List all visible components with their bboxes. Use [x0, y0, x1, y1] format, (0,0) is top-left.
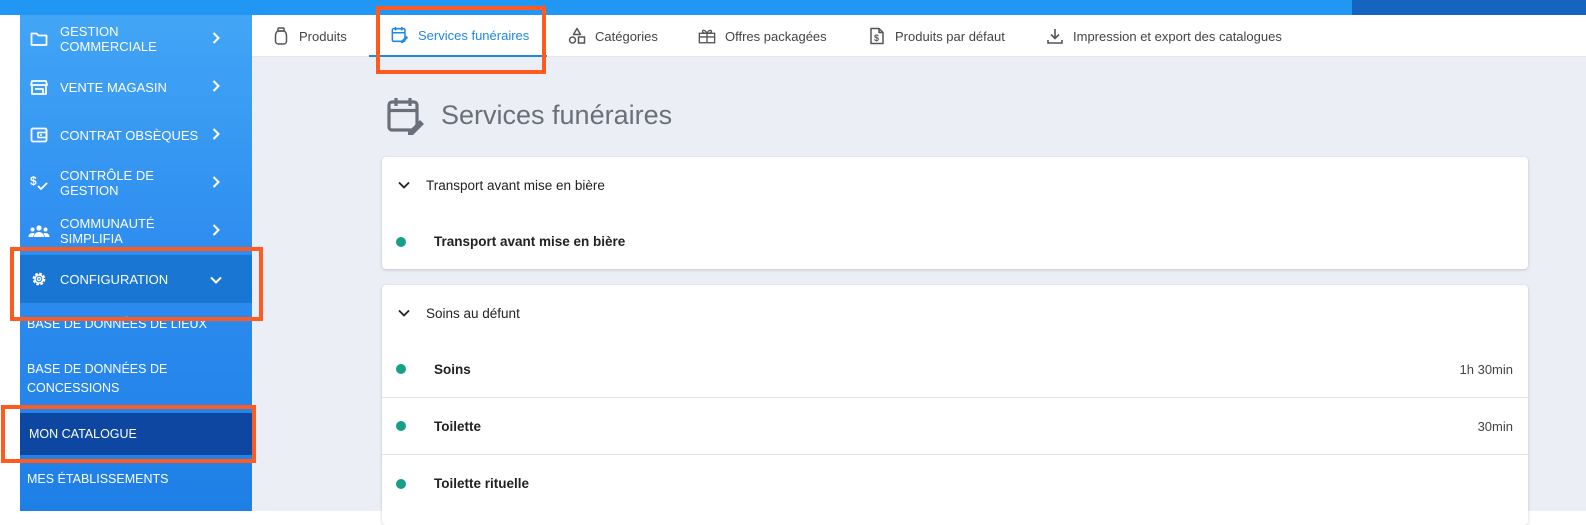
- sidebar-item-communaute-simplifia[interactable]: COMMUNAUTÉ SIMPLIFIA: [20, 207, 252, 255]
- sidebar-subitem-base-lieux[interactable]: BASE DE DONNÉES DE LIEUX: [20, 315, 252, 334]
- jar-icon: [272, 27, 290, 45]
- sidebar-item-contrat-obseques[interactable]: CONTRAT OBSÈQUES: [20, 111, 252, 159]
- folder-icon: [28, 28, 50, 50]
- sidebar: GESTION COMMERCIALE VENTE MAGASIN CONTRA…: [20, 15, 252, 511]
- status-dot: [396, 364, 406, 374]
- sidebar-item-controle-de-gestion[interactable]: $ CONTRÔLE DE GESTION: [20, 159, 252, 207]
- tab-categories[interactable]: Catégories: [568, 15, 678, 57]
- tab-produits[interactable]: Produits: [272, 15, 382, 57]
- sidebar-item-configuration[interactable]: CONFIGURATION: [20, 255, 252, 303]
- service-name: Toilette rituelle: [434, 476, 530, 491]
- gear-icon: [28, 268, 50, 290]
- list-item[interactable]: Toilette 30min: [382, 398, 1528, 455]
- chevron-right-icon: [206, 175, 226, 191]
- sidebar-item-label: GESTION COMMERCIALE: [60, 24, 157, 54]
- sidebar-item-label: CONTRAT OBSÈQUES: [60, 127, 199, 143]
- service-name: Toilette: [434, 418, 481, 434]
- page-title: Services funéraires: [441, 99, 673, 130]
- main-content: Services funéraires Transport avant mise…: [252, 57, 1586, 525]
- section-card: Transport avant mise en bière Transport …: [382, 157, 1528, 269]
- section-header[interactable]: Transport avant mise en bière: [382, 157, 1528, 213]
- group-icon: [28, 220, 50, 242]
- wallet-icon: [28, 124, 50, 146]
- tab-label: Catégories: [595, 28, 658, 44]
- tab-services-funeraires[interactable]: Services funéraires: [369, 15, 547, 57]
- tab-label: Produits: [299, 28, 347, 44]
- chevron-down-icon: [398, 309, 414, 317]
- status-dot: [396, 421, 406, 431]
- tab-offres-packagees[interactable]: Offres packagées: [698, 15, 848, 57]
- gift-box-icon: [698, 27, 716, 45]
- section-title: Transport avant mise en bière: [426, 177, 605, 193]
- sidebar-subitem-base-concessions[interactable]: BASE DE DONNÉES DE CONCESSIONS: [20, 360, 200, 398]
- sidebar-item-label: CONTRÔLE DE GESTION: [60, 168, 154, 198]
- dollar-check-icon: $: [28, 172, 50, 194]
- status-dot: [396, 236, 406, 247]
- chevron-right-icon: [206, 79, 226, 95]
- status-dot: [396, 478, 406, 489]
- chevron-right-icon: [206, 31, 226, 47]
- download-icon: [1046, 27, 1064, 45]
- chevron-right-icon: [206, 223, 226, 239]
- tab-label: Services funéraires: [418, 27, 530, 43]
- service-duration: 30min: [1477, 418, 1513, 434]
- service-name: Soins: [434, 361, 471, 377]
- service-duration: 1h 30min: [1459, 361, 1513, 377]
- section-title: Soins au défunt: [426, 305, 520, 321]
- dollar-document-icon: $: [868, 27, 886, 45]
- tab-label: Produits par défaut: [895, 28, 1005, 44]
- chevron-right-icon: [206, 127, 226, 143]
- tab-label: Offres packagées: [725, 28, 827, 44]
- tab-label: Impression et export des catalogues: [1073, 28, 1282, 44]
- section-header[interactable]: Soins au défunt: [382, 285, 1528, 341]
- list-item[interactable]: Soins 1h 30min: [382, 341, 1528, 398]
- calendar-edit-icon: [391, 26, 409, 44]
- shapes-icon: [568, 27, 586, 45]
- top-bar: [0, 0, 1586, 15]
- sidebar-item-gestion-commerciale[interactable]: GESTION COMMERCIALE: [20, 15, 252, 63]
- sidebar-item-vente-magasin[interactable]: VENTE MAGASIN: [20, 63, 252, 111]
- page-header: Services funéraires: [386, 95, 672, 135]
- store-icon: [28, 76, 50, 98]
- tab-produits-par-defaut[interactable]: $ Produits par défaut: [868, 15, 1028, 57]
- catalogue-tabs: Produits Services funéraires Catégories …: [252, 15, 1586, 57]
- sidebar-subitem-mon-catalogue[interactable]: MON CATALOGUE: [20, 413, 252, 455]
- sidebar-item-label: COMMUNAUTÉ SIMPLIFIA: [60, 216, 155, 246]
- sidebar-item-label: CONFIGURATION: [60, 271, 169, 287]
- top-bar-right: [1352, 0, 1586, 15]
- sidebar-item-label: VENTE MAGASIN: [60, 79, 167, 95]
- tab-impression-export[interactable]: Impression et export des catalogues: [1046, 15, 1296, 57]
- sidebar-subitem-mes-etablissements[interactable]: MES ÉTABLISSEMENTS: [20, 470, 252, 489]
- sidebar-subitem-label: MON CATALOGUE: [29, 426, 137, 441]
- service-name: Transport avant mise en bière: [434, 234, 626, 249]
- list-item[interactable]: Transport avant mise en bière: [382, 213, 1528, 270]
- chevron-down-icon: [206, 271, 226, 287]
- svg-text:$: $: [874, 33, 879, 43]
- list-item[interactable]: Toilette rituelle: [382, 455, 1528, 512]
- section-card: Soins au défunt Soins 1h 30min Toilette …: [382, 285, 1528, 525]
- svg-text:$: $: [30, 174, 37, 188]
- calendar-edit-icon: [387, 98, 424, 135]
- chevron-down-icon: [398, 181, 414, 189]
